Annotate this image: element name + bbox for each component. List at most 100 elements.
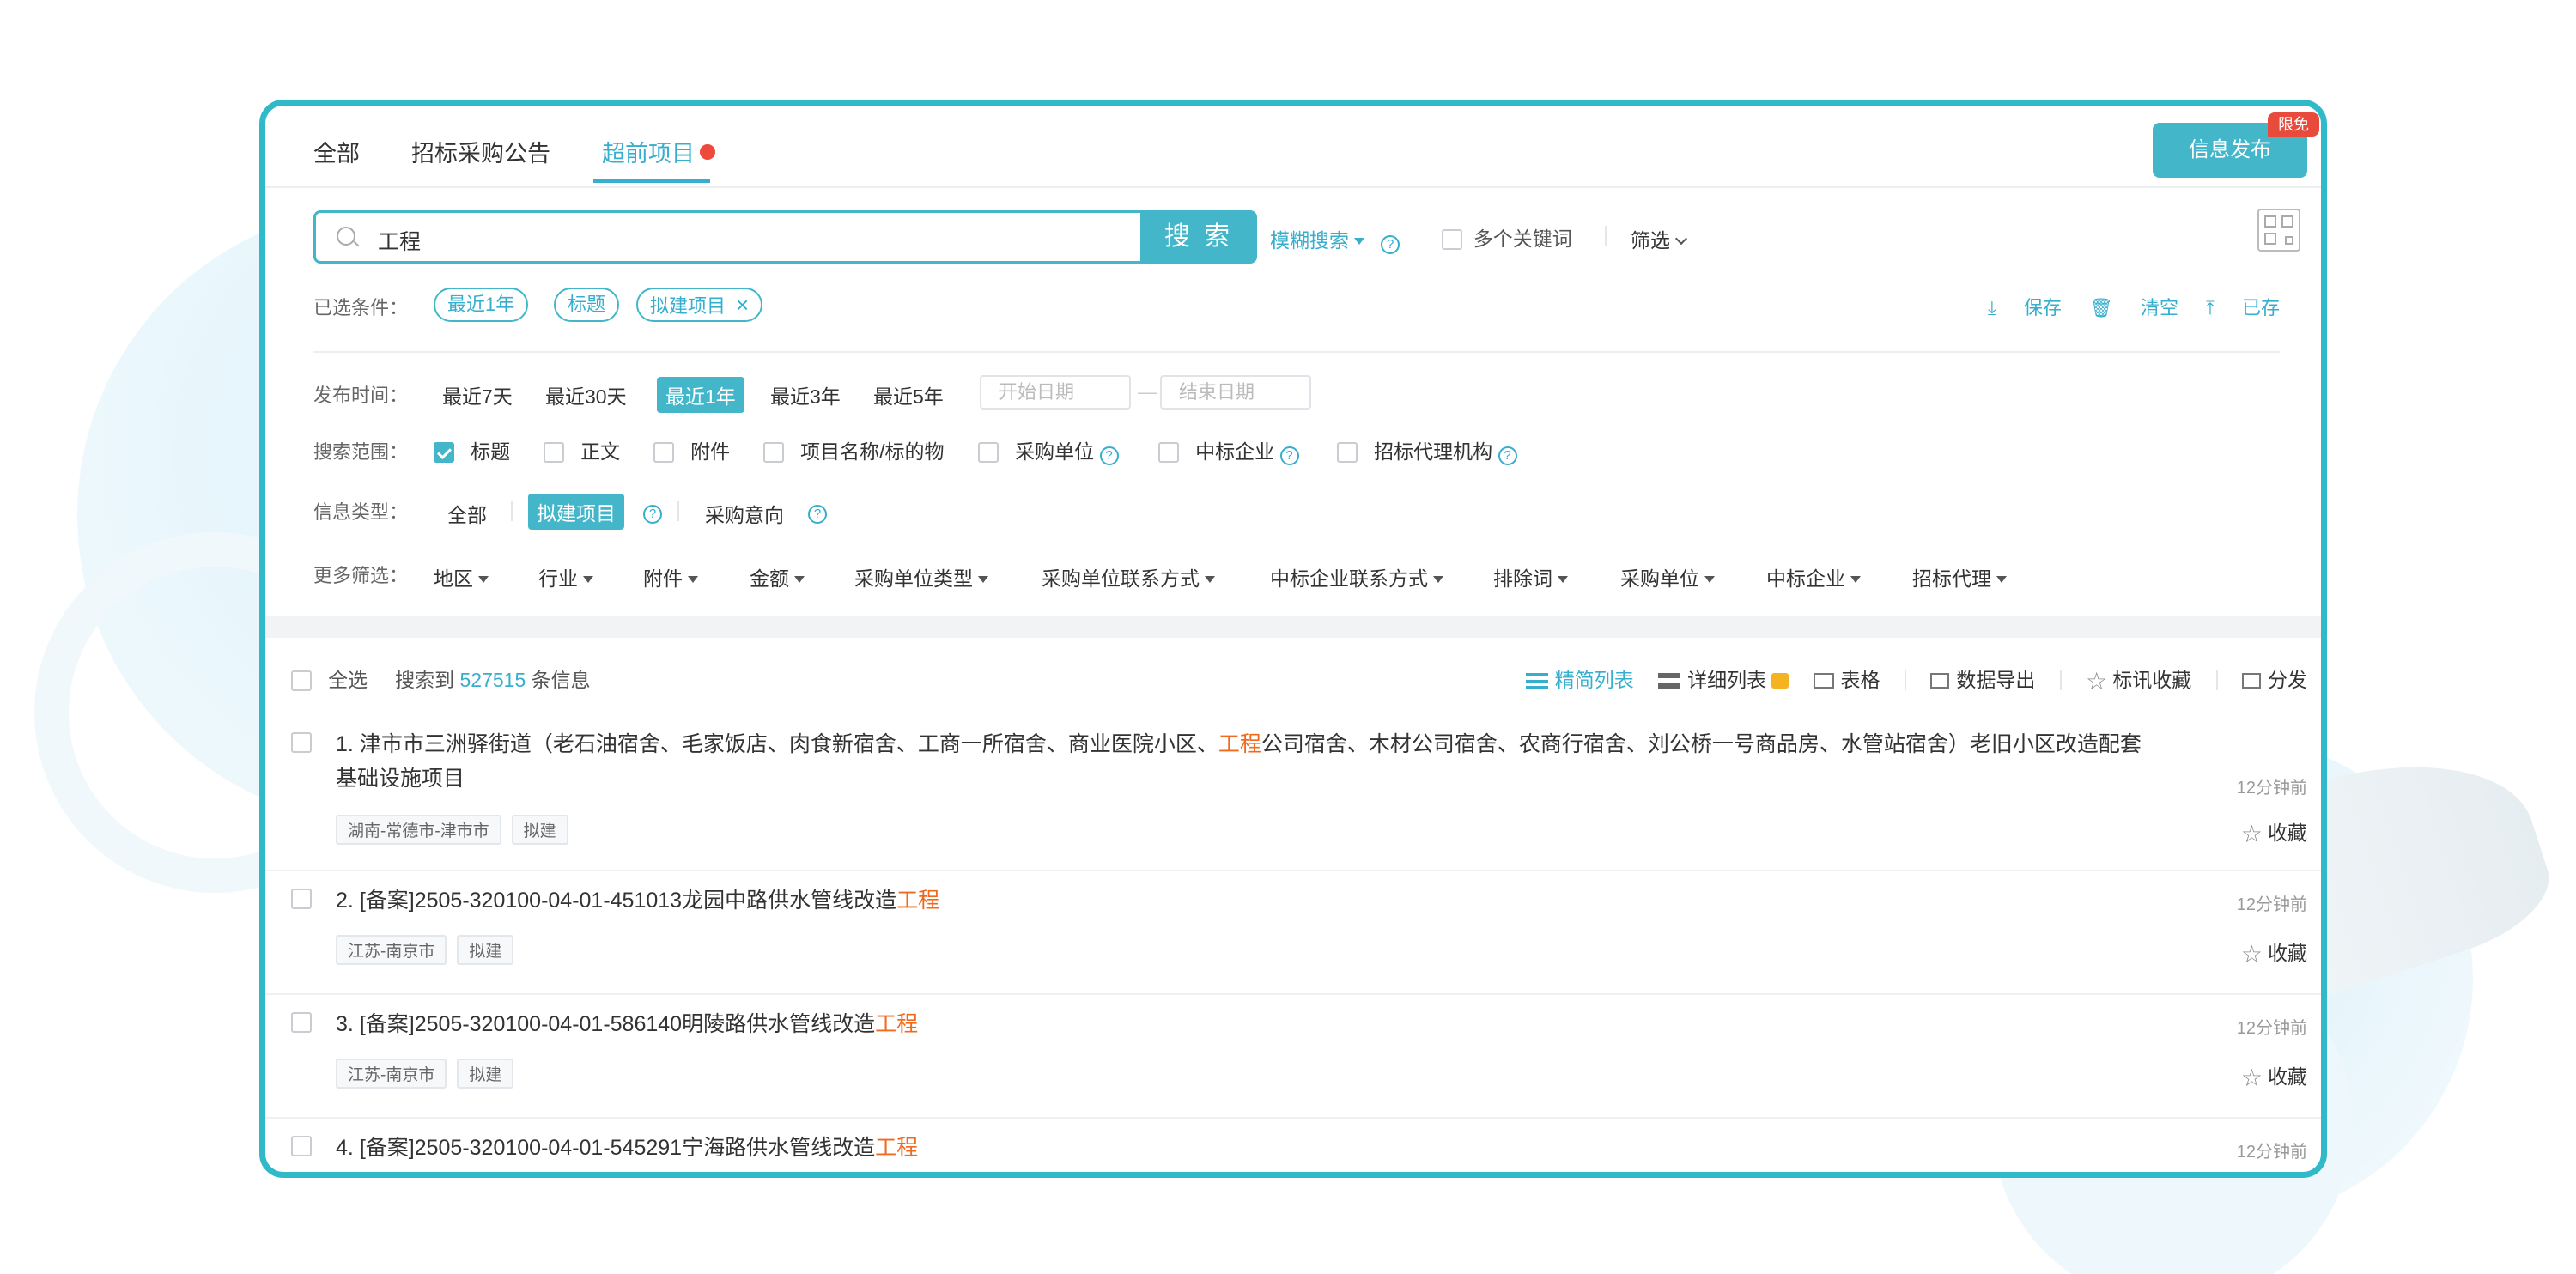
filter-dropdown[interactable]: 筛选 xyxy=(1631,224,1688,253)
scope-label: 正文 xyxy=(580,440,621,463)
found-suffix: 条信息 xyxy=(531,669,591,691)
help-icon[interactable]: ? xyxy=(1381,235,1400,254)
scope-purchaser-checkbox[interactable]: 采购单位 ? xyxy=(978,435,1119,465)
filter-attachment[interactable]: 附件 xyxy=(643,562,698,592)
checkbox-icon xyxy=(653,442,674,463)
condition-chip[interactable]: 拟建项目 × xyxy=(636,288,763,322)
caret-down-icon xyxy=(1996,576,2007,583)
help-icon[interactable]: ? xyxy=(1279,446,1299,465)
save-label: 保存 xyxy=(2023,297,2062,318)
fuzzy-label: 模糊搜索 xyxy=(1270,229,1349,252)
filter-exclude-words[interactable]: 排除词 xyxy=(1493,562,1568,592)
favorite-button[interactable]: ☆ 收藏 xyxy=(2241,1060,2307,1092)
select-all-checkbox[interactable]: 全选 xyxy=(291,669,368,691)
scope-project-name-checkbox[interactable]: 项目名称/标的物 xyxy=(763,435,945,464)
result-title[interactable]: 3. [备案]2505-320100-04-01-586140明陵路供水管线改造… xyxy=(336,1007,2156,1041)
checkbox-icon[interactable] xyxy=(291,889,312,909)
time-option[interactable]: 最近30天 xyxy=(545,380,627,410)
help-icon[interactable]: ? xyxy=(643,499,662,524)
scope-label: 中标企业 xyxy=(1195,440,1275,463)
table-view-button[interactable]: 表格 xyxy=(1813,664,1880,693)
tab-all[interactable]: 全部 xyxy=(313,135,360,168)
filter-amount[interactable]: 金额 xyxy=(750,562,805,592)
result-index: 4. xyxy=(336,1136,354,1160)
result-item[interactable]: 3. [备案]2505-320100-04-01-586140明陵路供水管线改造… xyxy=(265,995,2321,1119)
fuzzy-search-dropdown[interactable]: 模糊搜索 ? xyxy=(1270,224,1400,254)
search-button[interactable]: 搜 索 xyxy=(1140,210,1257,264)
status-tag: 拟建 xyxy=(457,1059,514,1089)
view-label: 表格 xyxy=(1840,669,1880,691)
result-summary: 全选 搜索到 527515 条信息 xyxy=(291,664,591,693)
favorites-button[interactable]: ☆ 标讯收藏 xyxy=(2086,664,2191,695)
divider xyxy=(1904,670,1906,690)
scope-attachment-checkbox[interactable]: 附件 xyxy=(653,435,730,464)
favorite-button[interactable]: ☆ 收藏 xyxy=(2241,937,2307,968)
view-label: 分发 xyxy=(2268,669,2307,691)
status-tag: 拟建 xyxy=(511,815,568,845)
title-text: 津市市三洲驿街道（老石油宿舍、毛家饭店、肉食新宿舍、工商一所宿舍、商业医院小区、 xyxy=(359,732,1218,756)
favorite-button[interactable]: ☆ 收藏 xyxy=(2241,816,2307,848)
info-type-option[interactable]: 采购意向 xyxy=(705,499,784,528)
info-type-option[interactable]: 全部 xyxy=(447,499,487,528)
found-prefix: 搜索到 xyxy=(395,669,455,691)
simple-list-button[interactable]: 精简列表 xyxy=(1525,664,1634,693)
help-icon[interactable]: ? xyxy=(808,499,827,524)
filter-label: 采购单位联系方式 xyxy=(1042,567,1200,590)
checkbox-icon xyxy=(763,442,784,463)
result-count: 527515 xyxy=(459,669,526,691)
export-button[interactable]: 数据导出 xyxy=(1930,664,2035,693)
start-date-input[interactable]: 开始日期 xyxy=(980,375,1131,410)
filter-label: 附件 xyxy=(643,567,683,590)
checkbox-icon xyxy=(291,670,312,691)
free-badge: 限免 xyxy=(2268,112,2319,136)
scope-winner-checkbox[interactable]: 中标企业 ? xyxy=(1158,435,1299,465)
result-item[interactable]: 4. [备案]2505-320100-04-01-545291宁海路供水管线改造… xyxy=(265,1119,2321,1172)
time-option[interactable]: 最近5年 xyxy=(873,380,944,410)
qr-code-icon[interactable] xyxy=(2257,209,2300,252)
filter-purchaser[interactable]: 采购单位 xyxy=(1620,562,1715,592)
scope-agency-checkbox[interactable]: 招标代理机构 ? xyxy=(1337,435,1517,465)
caret-down-icon xyxy=(478,576,489,583)
detail-list-button[interactable]: 详细列表 xyxy=(1658,664,1789,693)
filter-region[interactable]: 地区 xyxy=(434,562,489,592)
multi-keyword-checkbox[interactable]: 多个关键词 xyxy=(1442,222,1572,252)
result-item[interactable]: 1. 津市市三洲驿街道（老石油宿舍、毛家饭店、肉食新宿舍、工商一所宿舍、商业医院… xyxy=(265,715,2321,871)
result-title[interactable]: 2. [备案]2505-320100-04-01-451013龙园中路供水管线改… xyxy=(336,883,2156,918)
close-icon[interactable]: × xyxy=(736,292,749,318)
result-item[interactable]: 2. [备案]2505-320100-04-01-451013龙园中路供水管线改… xyxy=(265,871,2321,995)
help-icon[interactable]: ? xyxy=(1498,446,1517,465)
filter-agency[interactable]: 招标代理 xyxy=(1912,562,2007,592)
time-option[interactable]: 最近7天 xyxy=(442,380,513,410)
filter-winner[interactable]: 中标企业 xyxy=(1766,562,1861,592)
saved-button[interactable]: ⤒ 已存 xyxy=(2206,297,2280,318)
condition-chip[interactable]: 最近1年 xyxy=(434,288,529,322)
scope-body-checkbox[interactable]: 正文 xyxy=(544,435,620,464)
tab-tender-notice[interactable]: 招标采购公告 xyxy=(411,135,550,168)
distribute-button[interactable]: 分发 xyxy=(2242,664,2307,693)
result-title[interactable]: 1. 津市市三洲驿街道（老石油宿舍、毛家饭店、肉食新宿舍、工商一所宿舍、商业医院… xyxy=(336,727,2156,796)
search-input[interactable]: 工程 搜 索 xyxy=(313,210,1257,264)
time-option-selected[interactable]: 最近1年 xyxy=(657,377,744,413)
publish-time-label: 发布时间： xyxy=(313,385,409,406)
filter-label: 地区 xyxy=(434,567,473,590)
filter-winner-contact[interactable]: 中标企业联系方式 xyxy=(1270,562,1443,592)
filter-label: 中标企业 xyxy=(1766,567,1845,590)
time-option[interactable]: 最近3年 xyxy=(770,380,841,410)
checkbox-icon[interactable] xyxy=(291,1136,312,1156)
result-title[interactable]: 4. [备案]2505-320100-04-01-545291宁海路供水管线改造… xyxy=(336,1131,2156,1165)
keyword-highlight: 工程 xyxy=(875,1136,919,1160)
checkbox-icon[interactable] xyxy=(291,732,312,753)
checkbox-icon[interactable] xyxy=(291,1012,312,1033)
end-date-input[interactable]: 结束日期 xyxy=(1160,375,1311,410)
filter-industry[interactable]: 行业 xyxy=(538,562,593,592)
scope-title-checkbox[interactable]: 标题 xyxy=(434,435,510,464)
info-type-option-selected[interactable]: 拟建项目 xyxy=(528,494,624,530)
filter-purchaser-type[interactable]: 采购单位类型 xyxy=(854,562,988,592)
save-button[interactable]: ⤓ 保存 xyxy=(1988,297,2062,318)
clear-button[interactable]: 🗑 清空 xyxy=(2089,297,2178,318)
tab-advance-projects[interactable]: 超前项目 xyxy=(602,135,715,168)
result-index: 1. xyxy=(336,732,354,756)
condition-chip[interactable]: 标题 xyxy=(554,288,620,322)
filter-purchaser-contact[interactable]: 采购单位联系方式 xyxy=(1042,562,1215,592)
help-icon[interactable]: ? xyxy=(1099,446,1119,465)
